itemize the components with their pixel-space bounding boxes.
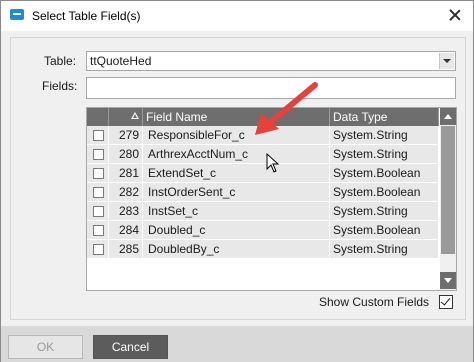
row-field-name: Doubled_c — [143, 221, 330, 240]
close-icon[interactable] — [447, 7, 463, 23]
row-checkbox[interactable] — [93, 187, 104, 198]
scroll-up-icon[interactable] — [440, 108, 456, 125]
row-number: 279 — [109, 126, 143, 145]
row-data-type: System.String — [330, 126, 439, 145]
chevron-down-icon[interactable] — [439, 53, 454, 69]
row-data-type: System.String — [330, 202, 439, 221]
header-data-type[interactable]: Data Type — [330, 108, 439, 126]
header-select-col[interactable] — [87, 108, 109, 126]
row-number: 281 — [109, 164, 143, 183]
table-combo[interactable]: ttQuoteHed — [86, 51, 456, 71]
mouse-pointer-icon — [266, 153, 280, 173]
row-checkbox[interactable] — [93, 168, 104, 179]
row-data-type: System.String — [330, 145, 439, 164]
row-checkbox[interactable] — [93, 149, 104, 160]
app-icon — [10, 9, 24, 20]
grid-empty-area — [87, 270, 439, 289]
show-custom-fields-checkbox[interactable] — [439, 295, 453, 309]
header-number-col[interactable] — [109, 108, 143, 126]
vertical-scrollbar[interactable] — [440, 108, 456, 290]
show-custom-fields-label: Show Custom Fields — [319, 295, 430, 309]
row-checkbox[interactable] — [93, 244, 104, 255]
row-number: 282 — [109, 183, 143, 202]
row-data-type: System.Boolean — [330, 221, 439, 240]
row-data-type: System.Boolean — [330, 164, 439, 183]
table-label: Table: — [44, 54, 77, 68]
fields-label: Fields: — [42, 79, 78, 93]
row-number: 280 — [109, 145, 143, 164]
row-field-name: DoubledBy_c — [143, 240, 330, 259]
annotation-arrow-icon — [255, 82, 318, 135]
title-bar[interactable]: Select Table Field(s) — [1, 1, 473, 31]
table-row[interactable]: 284 Doubled_c System.Boolean — [87, 221, 439, 240]
row-number: 283 — [109, 202, 143, 221]
table-row[interactable]: 282 InstOrderSent_c System.Boolean — [87, 183, 439, 202]
row-field-name: InstOrderSent_c — [143, 183, 330, 202]
cancel-button[interactable]: Cancel — [93, 335, 168, 359]
scroll-down-icon[interactable] — [440, 272, 456, 289]
row-data-type: System.Boolean — [330, 183, 439, 202]
scrollbar-thumb[interactable] — [441, 126, 455, 254]
table-value: ttQuoteHed — [90, 54, 152, 68]
table-row[interactable]: 280 ArthrexAcctNum_c System.String — [87, 145, 439, 164]
ok-button[interactable]: OK — [8, 335, 83, 359]
row-field-name: ExtendSet_c — [143, 164, 330, 183]
row-data-type: System.String — [330, 240, 439, 259]
row-number: 284 — [109, 221, 143, 240]
dialog-window: Select Table Field(s) Table: ttQuoteHed … — [0, 0, 474, 362]
row-checkbox[interactable] — [93, 130, 104, 141]
table-row[interactable]: 285 DoubledBy_c System.String — [87, 240, 439, 259]
sort-ascending-icon — [131, 112, 139, 119]
row-checkbox[interactable] — [93, 206, 104, 217]
row-checkbox[interactable] — [93, 225, 104, 236]
row-field-name: ArthrexAcctNum_c — [143, 145, 330, 164]
table-row[interactable]: 281 ExtendSet_c System.Boolean — [87, 164, 439, 183]
window-title: Select Table Field(s) — [32, 9, 141, 23]
row-field-name: InstSet_c — [143, 202, 330, 221]
table-row[interactable]: 283 InstSet_c System.String — [87, 202, 439, 221]
row-number: 285 — [109, 240, 143, 259]
